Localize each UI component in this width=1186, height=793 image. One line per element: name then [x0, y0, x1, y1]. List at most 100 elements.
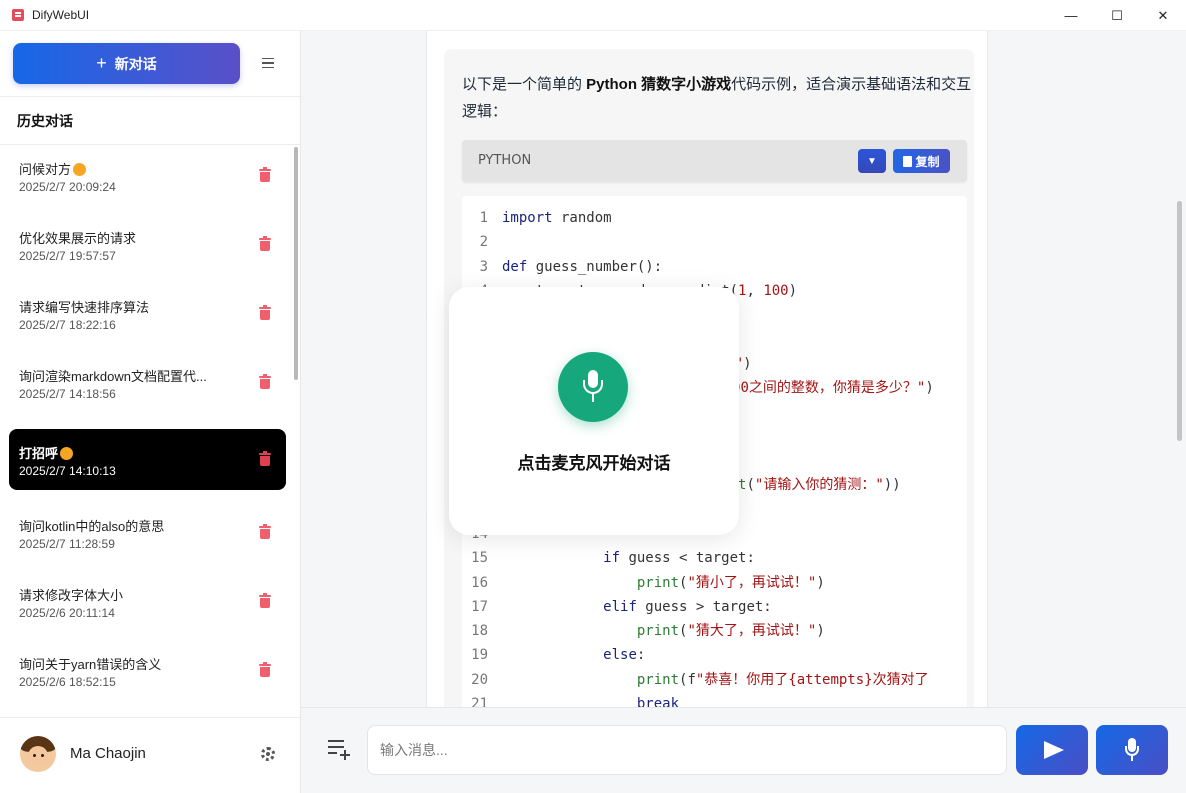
code-text: def guess_number(): [502, 258, 663, 275]
history-item[interactable]: 询问kotlin中的also的意思 2025/2/7 11:28:59 [9, 502, 286, 563]
history-item-title: 请求编写快速排序算法 [19, 300, 150, 315]
history-item-time: 2025/2/7 11:28:59 [19, 537, 115, 551]
chat-main: 以下是一个简单的 Python 猜数字小游戏代码示例，适合演示基础语法和交互逻辑… [301, 31, 1186, 793]
code-text: elif guess > target: [603, 598, 772, 615]
code-line: 17 elif guess > target: [462, 595, 967, 619]
title-bar: DifyWebUI — ☐ ✕ [0, 0, 1186, 31]
voice-popup-label: 点击麦克风开始对话 [517, 454, 671, 473]
history-item-active[interactable]: 打招呼 2025/2/7 14:10:13 [9, 429, 286, 490]
maximize-button[interactable]: ☐ [1094, 0, 1140, 31]
history-item-title: 问候对方 [19, 159, 87, 178]
history-item-time: 2025/2/7 19:57:57 [19, 249, 116, 263]
voice-button[interactable] [1096, 725, 1168, 775]
delete-icon[interactable] [259, 451, 271, 466]
code-line: 18 print("猜大了，再试试！") [462, 619, 967, 643]
window-controls: — ☐ ✕ [1048, 0, 1186, 31]
history-item[interactable]: 请求编写快速排序算法 2025/2/7 18:22:16 [9, 283, 286, 344]
history-item-title: 请求修改字体大小 [19, 588, 124, 603]
line-number: 2 [479, 234, 488, 251]
minimize-button[interactable]: — [1048, 0, 1094, 31]
user-name: Ma Chaojin [70, 745, 146, 762]
send-button[interactable] [1016, 725, 1088, 775]
history-item[interactable]: 询问关于yarn错误的含义 2025/2/6 18:52:15 [9, 640, 286, 701]
line-number: 16 [471, 574, 488, 591]
code-line: 3 def guess_number(): [462, 255, 967, 279]
code-line: 1 import random [462, 206, 967, 230]
code-text: print(f"恭喜！你用了{attempts}次猜对了 [636, 671, 929, 688]
code-line: 16 print("猜小了，再试试！") [462, 571, 967, 595]
delete-icon[interactable] [259, 167, 271, 182]
line-number: 21 [471, 696, 488, 707]
add-list-icon[interactable] [328, 739, 350, 760]
history-item[interactable]: 优化效果展示的请求 2025/2/7 19:57:57 [9, 214, 286, 275]
delete-icon[interactable] [259, 593, 271, 608]
delete-icon[interactable] [259, 662, 271, 677]
delete-icon[interactable] [259, 524, 271, 539]
window-title: DifyWebUI [32, 8, 90, 22]
sidebar: + 新对话 历史对话 问候对方 2025/2/7 20:09:24 优化效果展示… [0, 31, 301, 793]
clipboard-icon [903, 155, 913, 167]
history-item-title: 询问kotlin中的also的意思 [19, 519, 165, 534]
copy-button[interactable]: 复制 [893, 149, 950, 173]
history-item-time: 2025/2/7 14:18:56 [19, 387, 116, 401]
history-item-time: 2025/2/7 14:10:13 [19, 464, 116, 478]
line-number: 20 [471, 671, 488, 688]
history-item[interactable]: 询问渲染markdown文档配置代... 2025/2/7 14:18:56 [9, 352, 286, 413]
menu-toggle-button[interactable] [256, 53, 280, 73]
code-line: 2 [462, 230, 967, 254]
history-item[interactable]: 问候对方 2025/2/7 20:09:24 [9, 145, 286, 206]
code-language-label: PYTHON [478, 153, 532, 168]
history-item-title: 询问渲染markdown文档配置代... [19, 369, 207, 384]
delete-icon[interactable] [259, 305, 271, 320]
new-chat-button[interactable]: + 新对话 [13, 43, 240, 84]
code-text: print("猜小了，再试试！") [636, 574, 825, 591]
history-item-title: 打招呼 [19, 443, 74, 462]
history-item-time: 2025/2/6 18:52:15 [19, 675, 116, 689]
delete-icon[interactable] [259, 374, 271, 389]
plus-icon: + [96, 53, 107, 73]
line-number: 17 [471, 598, 488, 615]
code-text: import random [502, 210, 612, 226]
line-number: 1 [479, 210, 488, 226]
code-line: 20 print(f"恭喜！你用了{attempts}次猜对了 [462, 668, 967, 692]
gear-icon[interactable] [261, 747, 275, 761]
menu-icon [262, 57, 274, 60]
avatar[interactable] [20, 736, 56, 772]
collapse-button[interactable]: ▼ [858, 149, 886, 173]
close-button[interactable]: ✕ [1140, 0, 1186, 31]
code-line: 19 else: [462, 643, 967, 667]
code-line: 21 break [462, 692, 967, 707]
divider [0, 717, 300, 718]
history-item-time: 2025/2/7 18:22:16 [19, 318, 116, 332]
delete-icon[interactable] [259, 236, 271, 251]
microphone-icon[interactable] [558, 352, 628, 422]
line-number: 19 [471, 647, 488, 664]
code-text: else: [603, 647, 646, 664]
history-item[interactable]: 请求修改字体大小 2025/2/6 20:11:14 [9, 571, 286, 632]
code-block-header: PYTHON ▼ 复制 [462, 140, 967, 182]
smile-emoji-icon [73, 163, 87, 176]
history-heading: 历史对话 [17, 113, 73, 129]
message-intro: 以下是一个简单的 Python 猜数字小游戏代码示例，适合演示基础语法和交互逻辑… [462, 76, 972, 120]
line-number: 3 [479, 258, 488, 275]
message-input[interactable] [367, 725, 1007, 775]
line-number: 18 [471, 623, 488, 640]
app-logo-icon [12, 9, 24, 21]
send-icon [1044, 741, 1064, 759]
history-list: 问候对方 2025/2/7 20:09:24 优化效果展示的请求 2025/2/… [0, 145, 300, 717]
divider [0, 96, 300, 97]
sidebar-scrollbar[interactable] [294, 147, 298, 380]
history-item-time: 2025/2/7 20:09:24 [19, 180, 116, 194]
composer [301, 707, 1186, 793]
smile-emoji-icon [60, 447, 74, 460]
history-item-time: 2025/2/6 20:11:14 [19, 606, 115, 620]
chat-scrollbar[interactable] [1177, 201, 1182, 441]
voice-popup: 点击麦克风开始对话 [449, 287, 739, 535]
code-text: break [636, 696, 680, 707]
code-line: 15 if guess < target: [462, 546, 967, 570]
line-number: 15 [471, 550, 488, 567]
history-item-title: 优化效果展示的请求 [19, 231, 137, 246]
code-text: print("猜大了，再试试！") [636, 623, 825, 640]
history-item-title: 询问关于yarn错误的含义 [19, 657, 162, 672]
chevron-down-icon: ▼ [867, 155, 877, 167]
